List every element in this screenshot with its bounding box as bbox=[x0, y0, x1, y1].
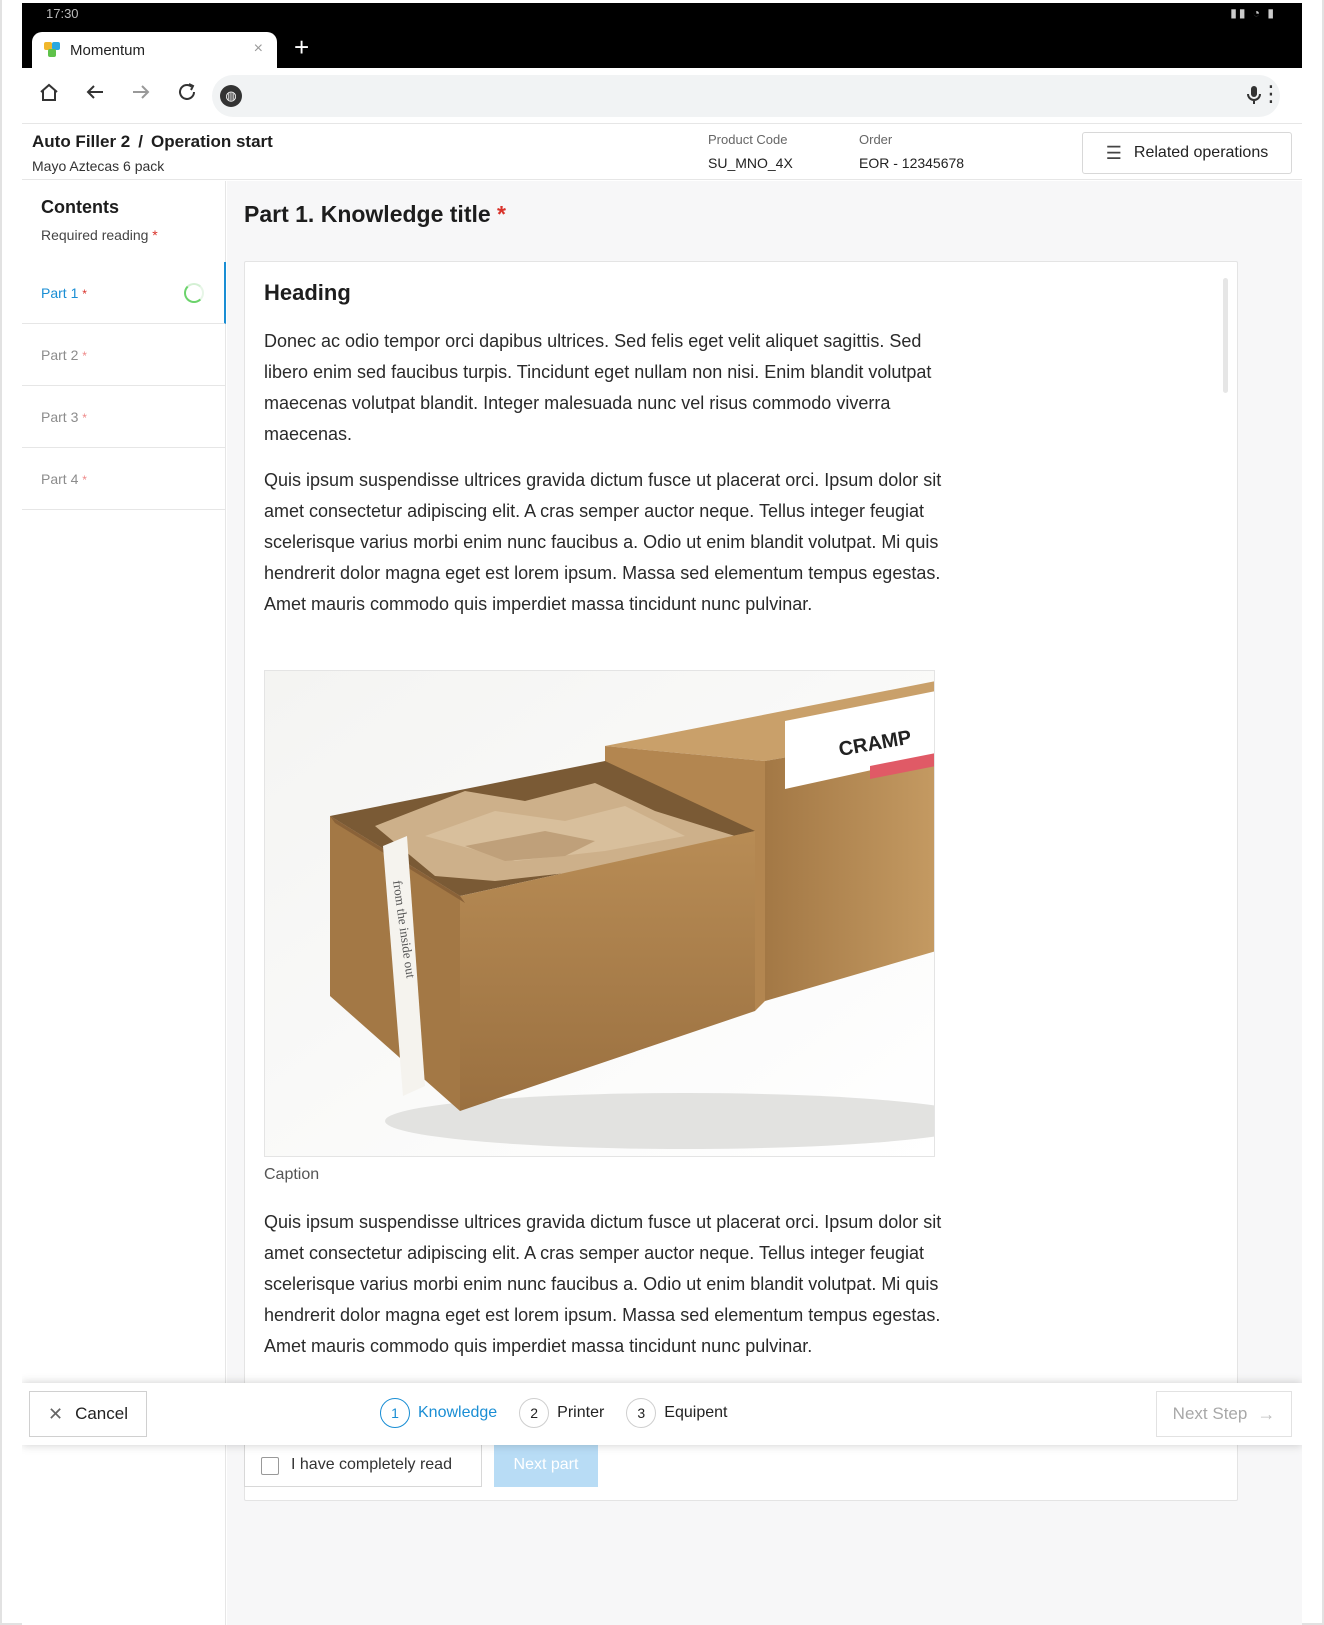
back-arrow-icon[interactable] bbox=[80, 81, 110, 111]
progress-ring-icon bbox=[184, 283, 204, 303]
paragraph-2: Quis ipsum suspendisse ultrices gravida … bbox=[264, 470, 942, 614]
breadcrumb-machine[interactable]: Auto Filler 2 bbox=[32, 132, 130, 151]
read-checkbox[interactable] bbox=[261, 1457, 279, 1475]
list-icon: ☰ bbox=[1105, 142, 1122, 163]
required-reading-label: Required reading * bbox=[41, 227, 158, 243]
step-number: 3 bbox=[626, 1398, 657, 1428]
page-title: Part 1. Knowledge title * bbox=[244, 201, 506, 227]
step-label: Knowledge bbox=[418, 1404, 498, 1421]
part-label: Part 2 bbox=[41, 347, 79, 363]
paragraph-1: Donec ac odio tempor orci dapibus ultric… bbox=[264, 331, 932, 444]
home-icon[interactable] bbox=[34, 81, 64, 111]
browser-tab[interactable]: Momentum × bbox=[32, 32, 277, 68]
status-time: 17:30 bbox=[46, 6, 79, 21]
part-label: Part 4 bbox=[41, 471, 79, 487]
next-step-label: Next Step bbox=[1172, 1404, 1248, 1423]
status-bar: 17:30 ▮▮ ◔ ▮ bbox=[22, 3, 1302, 26]
part-label: Part 1 bbox=[41, 285, 79, 301]
forward-arrow-icon[interactable] bbox=[126, 81, 156, 111]
browser-tabstrip: Momentum × + bbox=[22, 26, 1302, 68]
browser-toolbar: ◍ ⋮ bbox=[22, 68, 1302, 124]
new-tab-button[interactable]: + bbox=[294, 32, 309, 62]
more-vert-icon[interactable]: ⋮ bbox=[1260, 81, 1282, 107]
product-code-block: Product Code SU_MNO_4X bbox=[708, 132, 793, 171]
operation-header: Auto Filler 2 / Operation start Mayo Aztec… bbox=[22, 124, 1302, 180]
order-block: Order EOR - 12345678 bbox=[859, 132, 964, 171]
cancel-button[interactable]: ✕ Cancel bbox=[29, 1391, 147, 1437]
footer-action-bar: ✕ Cancel 1 Knowledge 2 Printer 3 Equipen… bbox=[22, 1383, 1302, 1445]
step-number: 2 bbox=[519, 1398, 550, 1428]
globe-icon: ◍ bbox=[220, 85, 242, 107]
step-label: Printer bbox=[557, 1404, 605, 1421]
image-caption: Caption bbox=[264, 1166, 320, 1183]
step-label: Equipent bbox=[664, 1404, 728, 1421]
breadcrumb-operation: Operation start bbox=[150, 132, 273, 151]
close-tab-icon[interactable]: × bbox=[254, 40, 263, 58]
order-label: Order bbox=[859, 132, 893, 147]
contents-title: Contents bbox=[41, 197, 119, 217]
sidebar-item-part-2[interactable]: Part 2 * bbox=[22, 324, 226, 386]
scrollbar-thumb[interactable] bbox=[1223, 278, 1228, 393]
part-label: Part 3 bbox=[41, 409, 79, 425]
read-checkbox-field[interactable]: I have completely read bbox=[244, 1443, 482, 1487]
breadcrumb: Auto Filler 2 / Operation start bbox=[32, 132, 273, 152]
product-code-label: Product Code bbox=[708, 132, 788, 147]
close-icon: ✕ bbox=[47, 1403, 64, 1424]
product-image: CRAMP from the inside out bbox=[264, 670, 935, 1157]
breadcrumb-separator: / bbox=[138, 132, 143, 151]
arrow-right-icon: → bbox=[1257, 1403, 1276, 1424]
tablet-screen: 17:30 ▮▮ ◔ ▮ Momentum × + ◍ ⋮ Auto Fille… bbox=[22, 3, 1302, 1625]
related-operations-label: Related operations bbox=[1133, 144, 1269, 161]
paragraph-3: Quis ipsum suspendisse ultrices gravida … bbox=[264, 1212, 942, 1356]
order-value: EOR - 12345678 bbox=[859, 155, 965, 171]
step-number: 1 bbox=[380, 1398, 410, 1428]
step-knowledge[interactable]: 1 Knowledge bbox=[380, 1398, 497, 1428]
stepper: 1 Knowledge 2 Printer 3 Equipent bbox=[380, 1398, 749, 1428]
system-icons: ▮▮ ◔ ▮ bbox=[1230, 6, 1276, 20]
sidebar-item-part-1[interactable]: Part 1 * bbox=[22, 262, 226, 324]
section-heading: Heading bbox=[264, 280, 351, 305]
cancel-label: Cancel bbox=[75, 1404, 128, 1423]
reload-icon[interactable] bbox=[172, 81, 202, 111]
product-subtitle: Mayo Aztecas 6 pack bbox=[32, 158, 165, 174]
sidebar-item-part-3[interactable]: Part 3 * bbox=[22, 386, 226, 448]
knowledge-card: Heading Donec ac odio tempor orci dapibu… bbox=[244, 261, 1238, 1501]
step-equipment[interactable]: 3 Equipent bbox=[626, 1398, 727, 1428]
step-printer[interactable]: 2 Printer bbox=[519, 1398, 604, 1428]
address-bar[interactable]: ◍ bbox=[212, 75, 1280, 117]
read-checkbox-label: I have completely read bbox=[291, 1456, 452, 1473]
browser-tab-title: Momentum bbox=[70, 41, 146, 59]
momentum-logo-icon bbox=[44, 42, 62, 58]
product-code-value: SU_MNO_4X bbox=[708, 155, 793, 171]
next-part-button[interactable]: Next part bbox=[494, 1443, 598, 1487]
next-step-button[interactable]: Next Step → bbox=[1156, 1391, 1292, 1437]
related-operations-button[interactable]: ☰ Related operations bbox=[1082, 132, 1292, 174]
sidebar-item-part-4[interactable]: Part 4 * bbox=[22, 448, 226, 510]
